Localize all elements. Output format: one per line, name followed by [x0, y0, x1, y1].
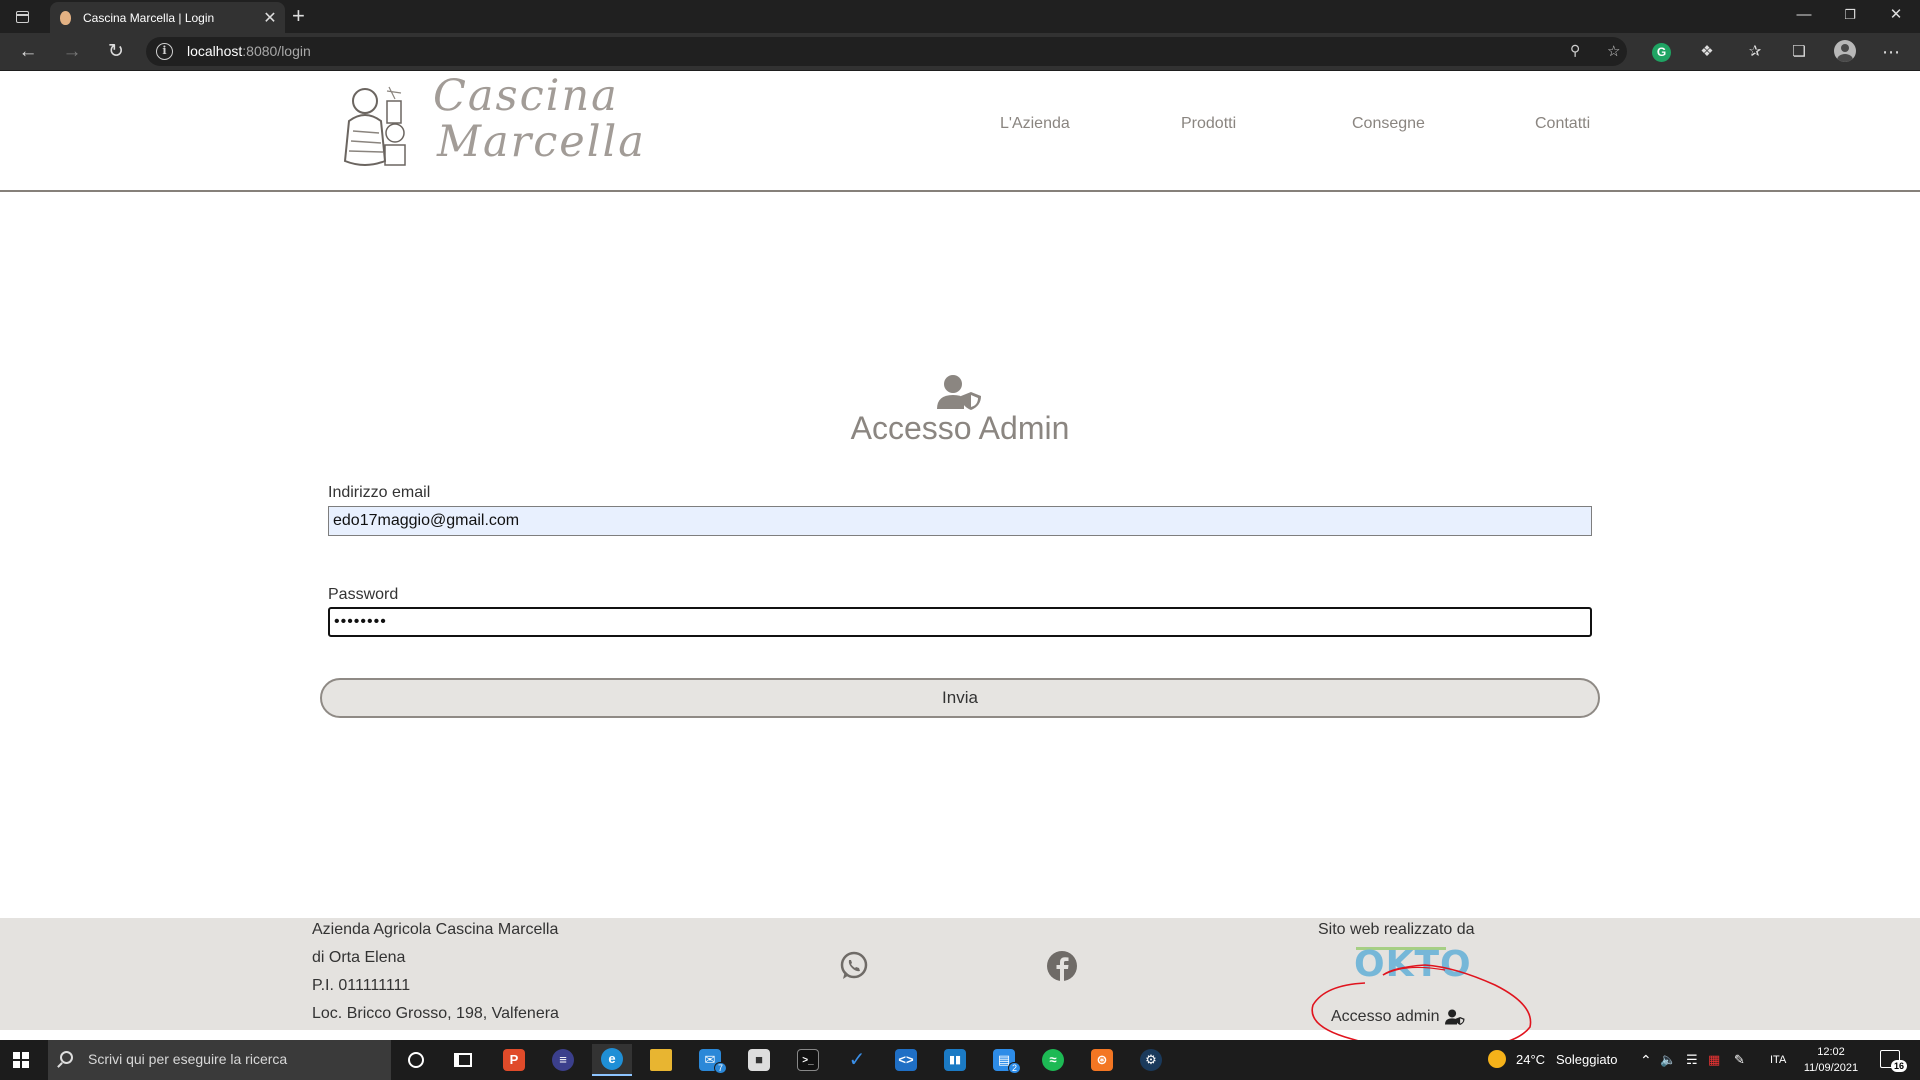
nav-link-contatti[interactable]: Contatti [1535, 115, 1590, 133]
footer-company-name: Azienda Agricola Cascina Marcella [312, 921, 559, 938]
browser-tab[interactable]: Cascina Marcella | Login ✕ [50, 2, 285, 33]
forward-button[interactable]: → [58, 40, 86, 64]
volume-icon[interactable]: 🔈 [1660, 1052, 1676, 1068]
clock-time: 12:02 [1817, 1046, 1845, 1058]
site-header: Cascina Marcella L'Azienda Prodotti Cons… [0, 71, 1920, 192]
tab-actions-menu-icon[interactable] [13, 8, 31, 26]
logo-line-1: Cascina [433, 71, 619, 121]
url-path: :8080/login [242, 43, 311, 59]
mail-icon[interactable]: ✉ 7 [690, 1044, 730, 1076]
email-label: Indirizzo email [328, 484, 431, 501]
key-icon[interactable]: ⚲ [1570, 42, 1580, 59]
taskbar-clock[interactable]: 12:02 11/09/2021 [1796, 1044, 1866, 1076]
todo-icon[interactable]: ✓ [837, 1044, 877, 1076]
nav-link-consegne[interactable]: Consegne [1352, 115, 1425, 133]
reload-button[interactable]: ↻ [102, 40, 130, 64]
user-shield-icon [937, 375, 981, 410]
more-menu-icon[interactable]: ⋯ [1880, 41, 1902, 63]
pen-icon[interactable]: ✎ [1734, 1052, 1745, 1068]
login-title: Accesso Admin [850, 410, 1070, 446]
footer-vat: P.I. 011111111 [312, 977, 411, 994]
app-badge: 2 [1008, 1062, 1022, 1074]
address-bar[interactable]: i localhost:8080/login ⚲ ☆ [146, 37, 1627, 66]
language-indicator[interactable]: ITA [1770, 1054, 1786, 1066]
nav-link-azienda[interactable]: L'Azienda [1000, 115, 1070, 133]
new-tab-button[interactable]: + [292, 3, 305, 29]
notification-count: 16 [1891, 1060, 1908, 1072]
email-field[interactable] [328, 506, 1592, 536]
collections-icon[interactable]: ❏ [1788, 41, 1810, 63]
facebook-icon[interactable] [1046, 950, 1078, 982]
url-host: localhost [187, 43, 243, 59]
extensions-puzzle-icon[interactable]: ❖ [1696, 41, 1718, 63]
footer-credit: Sito web realizzato da [1318, 921, 1475, 938]
xampp-icon[interactable]: ⊛ [1082, 1044, 1122, 1076]
grammarly-extension-icon[interactable]: G [1652, 43, 1671, 62]
site-logo-text[interactable]: Cascina Marcella [433, 73, 646, 165]
weather-sun-icon[interactable] [1488, 1050, 1506, 1068]
back-button[interactable]: ← [14, 40, 42, 64]
app-red-icon[interactable]: P [494, 1044, 534, 1076]
address-url[interactable]: localhost:8080/login [187, 43, 311, 59]
terminal-icon[interactable]: >_ [788, 1044, 828, 1076]
close-tab-icon[interactable]: ✕ [259, 8, 281, 28]
windows-taskbar: Scrivi qui per eseguire la ricerca P ≡ e… [0, 1040, 1920, 1080]
tray-chevron-up-icon[interactable]: ⌃ [1640, 1052, 1652, 1069]
site-footer: Azienda Agricola Cascina Marcella di Ort… [0, 918, 1920, 1030]
weather-text[interactable]: Soleggiato [1556, 1052, 1617, 1067]
site-favicon-icon [60, 10, 71, 25]
tab-title: Cascina Marcella | Login [83, 10, 215, 25]
spotify-icon[interactable]: ≈ [1033, 1044, 1073, 1076]
cortana-icon[interactable] [396, 1044, 436, 1076]
task-view-icon[interactable] [443, 1044, 483, 1076]
windows-start-icon[interactable] [13, 1052, 29, 1068]
okto-logo[interactable]: OKTO [1354, 947, 1472, 983]
admin-access-label: Accesso admin [1331, 1008, 1440, 1025]
edge-browser-icon[interactable]: e [592, 1044, 632, 1076]
steam-icon[interactable]: ⚙ [1131, 1044, 1171, 1076]
site-info-icon[interactable]: i [156, 43, 173, 60]
submit-button[interactable]: Invia [320, 678, 1600, 718]
weather-temp[interactable]: 24°C [1516, 1052, 1545, 1067]
app-purple-icon[interactable]: ≡ [543, 1044, 583, 1076]
antivirus-icon[interactable]: ▦ [1708, 1052, 1720, 1068]
footer-owner: di Orta Elena [312, 949, 406, 966]
store-icon[interactable]: ■ [739, 1044, 779, 1076]
browser-toolbar: ← → ↻ i localhost:8080/login ⚲ ☆ G ❖ ✰ ❏… [0, 33, 1920, 71]
admin-access-link[interactable]: Accesso admin [1331, 1008, 1466, 1026]
browser-titlebar: Cascina Marcella | Login ✕ + — ❐ ✕ [0, 0, 1920, 33]
file-explorer-icon[interactable] [641, 1044, 681, 1076]
whatsapp-icon[interactable] [838, 950, 870, 982]
add-favorite-icon[interactable]: ☆ [1607, 42, 1620, 60]
favorites-icon[interactable]: ✰ [1744, 41, 1766, 63]
password-field[interactable] [328, 607, 1592, 637]
password-label: Password [328, 586, 399, 603]
profile-avatar[interactable] [1834, 40, 1856, 62]
network-icon[interactable]: ☴ [1686, 1052, 1698, 1068]
trello-icon[interactable]: ▮▮ [935, 1044, 975, 1076]
logo-illustration-icon[interactable] [339, 81, 411, 171]
mail-badge: 7 [714, 1062, 728, 1074]
user-shield-small-icon [1444, 1009, 1465, 1025]
taskbar-search-box[interactable]: Scrivi qui per eseguire la ricerca [48, 1040, 391, 1080]
clock-date: 11/09/2021 [1803, 1062, 1859, 1074]
vscode-icon[interactable]: <> [886, 1044, 926, 1076]
logo-line-2: Marcella [437, 117, 646, 167]
nav-link-prodotti[interactable]: Prodotti [1181, 115, 1236, 133]
search-icon [60, 1051, 73, 1064]
footer-address: Loc. Bricco Grosso, 198, Valfenera [312, 1005, 559, 1022]
taskbar-search-placeholder: Scrivi qui per eseguire la ricerca [88, 1051, 288, 1067]
restore-window-icon[interactable]: ❐ [1828, 0, 1872, 30]
minimize-window-icon[interactable]: — [1782, 0, 1826, 30]
document-app-icon[interactable]: ▤ 2 [984, 1044, 1024, 1076]
close-window-icon[interactable]: ✕ [1874, 0, 1918, 30]
